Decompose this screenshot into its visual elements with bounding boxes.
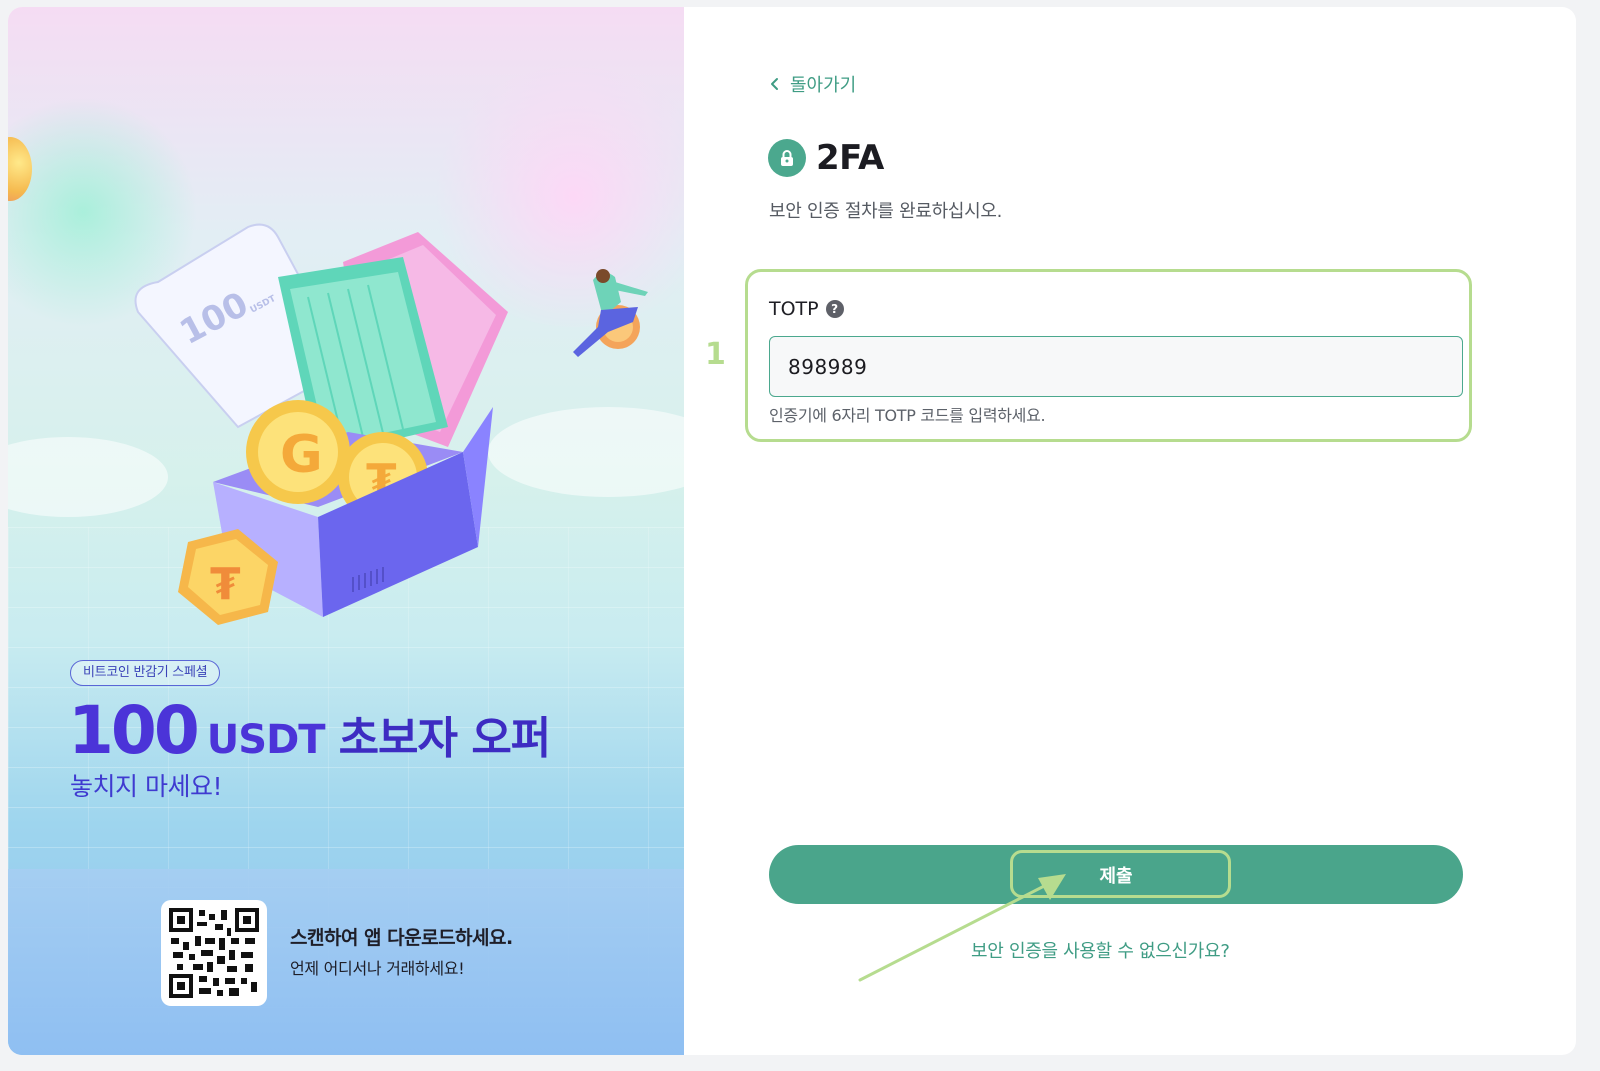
qr-code-image	[169, 908, 259, 998]
totp-label-text: TOTP	[769, 298, 819, 320]
promo-badge: 비트코인 반감기 스페셜	[70, 660, 221, 686]
coin-g-glyph: G	[280, 425, 323, 485]
page-subtitle: 보안 인증 절차를 완료하십시오.	[769, 201, 1003, 222]
promo-subline: 놓치지 마세요!	[70, 772, 222, 801]
question-circle-icon[interactable]: ?	[825, 300, 844, 318]
qr-title: 스캔하여 앱 다운로드하세요.	[290, 927, 513, 949]
page-card: 100 USDT G ₮ ₮ 비트코인 반감기 스페셜 100 USDT 초보자…	[8, 7, 1576, 1055]
promo-headline: 100 USDT 초보자 오퍼	[68, 692, 552, 769]
promo-panel: 100 USDT G ₮ ₮ 비트코인 반감기 스페셜 100 USDT 초보자…	[8, 7, 684, 1055]
runner-figure-illustration	[573, 269, 648, 357]
title-row: 2FA	[768, 138, 884, 178]
page-title: 2FA	[816, 138, 884, 178]
totp-hint: 인증기에 6자리 TOTP 코드를 입력하세요.	[769, 406, 1046, 425]
back-link-label: 돌아가기	[790, 75, 857, 96]
promo-amount: 100	[68, 692, 200, 769]
totp-input[interactable]	[769, 336, 1463, 397]
totp-label: TOTP ?	[769, 298, 844, 320]
chevron-left-icon	[771, 78, 778, 90]
gift-box-illustration: 100 USDT G ₮ ₮	[134, 223, 508, 625]
back-link[interactable]: 돌아가기	[768, 71, 856, 97]
qr-code[interactable]	[161, 900, 267, 1006]
lock-icon	[768, 139, 806, 177]
submit-button[interactable]: 제출	[769, 845, 1463, 904]
hex-coin-glyph: ₮	[210, 559, 241, 610]
annotation-step-number: 1	[705, 337, 726, 372]
qr-subtitle: 언제 어디서나 거래하세요!	[290, 959, 465, 978]
promo-offer-text: 초보자 오퍼	[338, 713, 552, 764]
no-2fa-link[interactable]: 보안 인증을 사용할 수 없으신가요?	[971, 937, 1230, 963]
promo-unit: USDT	[206, 717, 326, 763]
